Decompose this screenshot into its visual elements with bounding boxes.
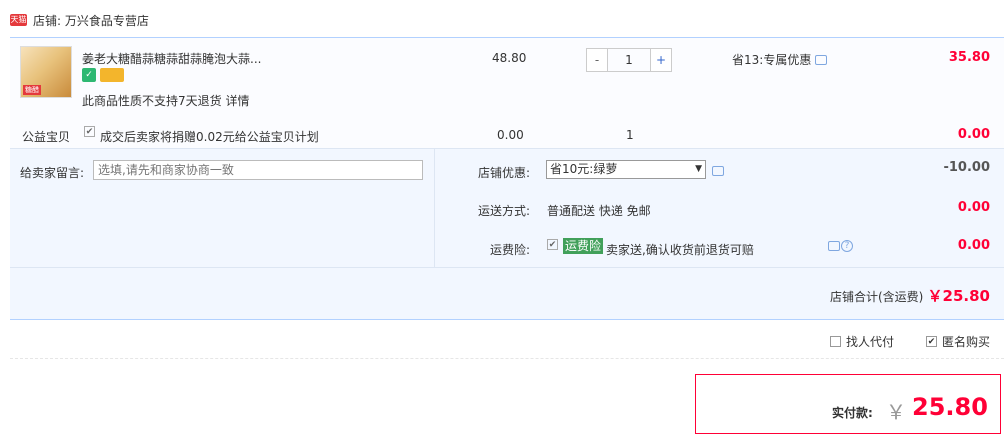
insurance-badge: 运费险 [563,238,604,254]
charity-qty: 1 [626,128,634,142]
guarantee-icon[interactable]: ✓ [82,68,96,82]
insurance-label: 运费险: [489,243,530,257]
discount-selected: 省10元:绿萝 [550,162,618,176]
shipping-method: 普通配送 快递 免邮 [547,204,651,218]
promo-text: 省13:专属优惠 [732,53,812,67]
qty-minus-button[interactable]: - [587,49,608,71]
divider [10,319,1004,320]
qty-plus-button[interactable]: + [650,49,671,71]
quantity-stepper: - 1 + [586,48,672,72]
subtotal-label: 店铺合计(含运费) [830,290,924,304]
proxy-pay-label: 找人代付 [846,335,895,349]
charity-text: 成交后卖家将捐赠0.02元给公益宝贝计划 [100,130,319,144]
discount-value: -10.00 [943,160,990,175]
insurance-text: 卖家送,确认收货前退货可赔 [606,243,754,257]
message-label: 给卖家留言: [20,166,85,180]
item-total: 35.80 [948,50,990,65]
charity-price: 0.00 [497,128,524,142]
shop-name-link[interactable]: 店铺: 万兴食品专营店 [33,12,149,29]
divider [10,267,1004,268]
unit-price: 48.80 [492,51,527,65]
comment-bubble-icon[interactable] [828,241,840,251]
discount-label: 店铺优惠: [477,166,530,180]
currency-symbol: ￥ [886,400,906,424]
help-icon[interactable]: ? [841,240,853,252]
proxy-pay-checkbox[interactable] [830,336,841,347]
anonymous-checkbox[interactable]: ✔ [926,336,937,347]
return-policy-note[interactable]: 此商品性质不支持7天退货 详情 [82,92,249,109]
charity-total: 0.00 [957,127,990,142]
shipping-label: 运送方式: [477,204,530,218]
charity-label: 公益宝贝 [22,130,71,144]
product-image-stamp: 糖醋 [23,85,41,95]
insurance-icons: ? [828,240,853,252]
product-title-link[interactable]: 姜老大糖醋蒜糖蒜甜蒜腌泡大蒜... [82,50,261,67]
credit-card-icon[interactable] [100,68,124,82]
promo-info: 省13:专属优惠 [732,51,828,68]
payment-label: 实付款: [832,406,873,420]
service-icons: ✓ [82,68,124,82]
comment-bubble-icon[interactable] [712,166,724,176]
charity-checkbox[interactable]: ✔ [84,126,95,137]
payment-amount: 25.80 [912,393,988,421]
subtotal-value: ￥25.80 [927,287,990,305]
divider [10,358,1004,359]
insurance-checkbox[interactable]: ✔ [547,239,558,250]
qty-input[interactable]: 1 [608,49,650,71]
proxy-pay-option[interactable]: 找人代付 [830,333,894,350]
shop-header: 天猫 店铺: 万兴食品专营店 [10,10,149,30]
insurance-total: 0.00 [957,238,990,253]
shipping-total: 0.00 [957,200,990,215]
product-image[interactable]: 糖醋 [20,46,72,98]
anonymous-option[interactable]: ✔ 匿名购买 [926,333,990,350]
comment-bubble-icon[interactable] [815,54,828,65]
anonymous-label: 匿名购买 [942,335,991,349]
discount-select[interactable]: 省10元:绿萝 ▼ [546,160,706,179]
tmall-icon: 天猫 [10,14,27,26]
dropdown-arrow-icon: ▼ [695,164,702,174]
seller-message-input[interactable] [93,160,423,180]
